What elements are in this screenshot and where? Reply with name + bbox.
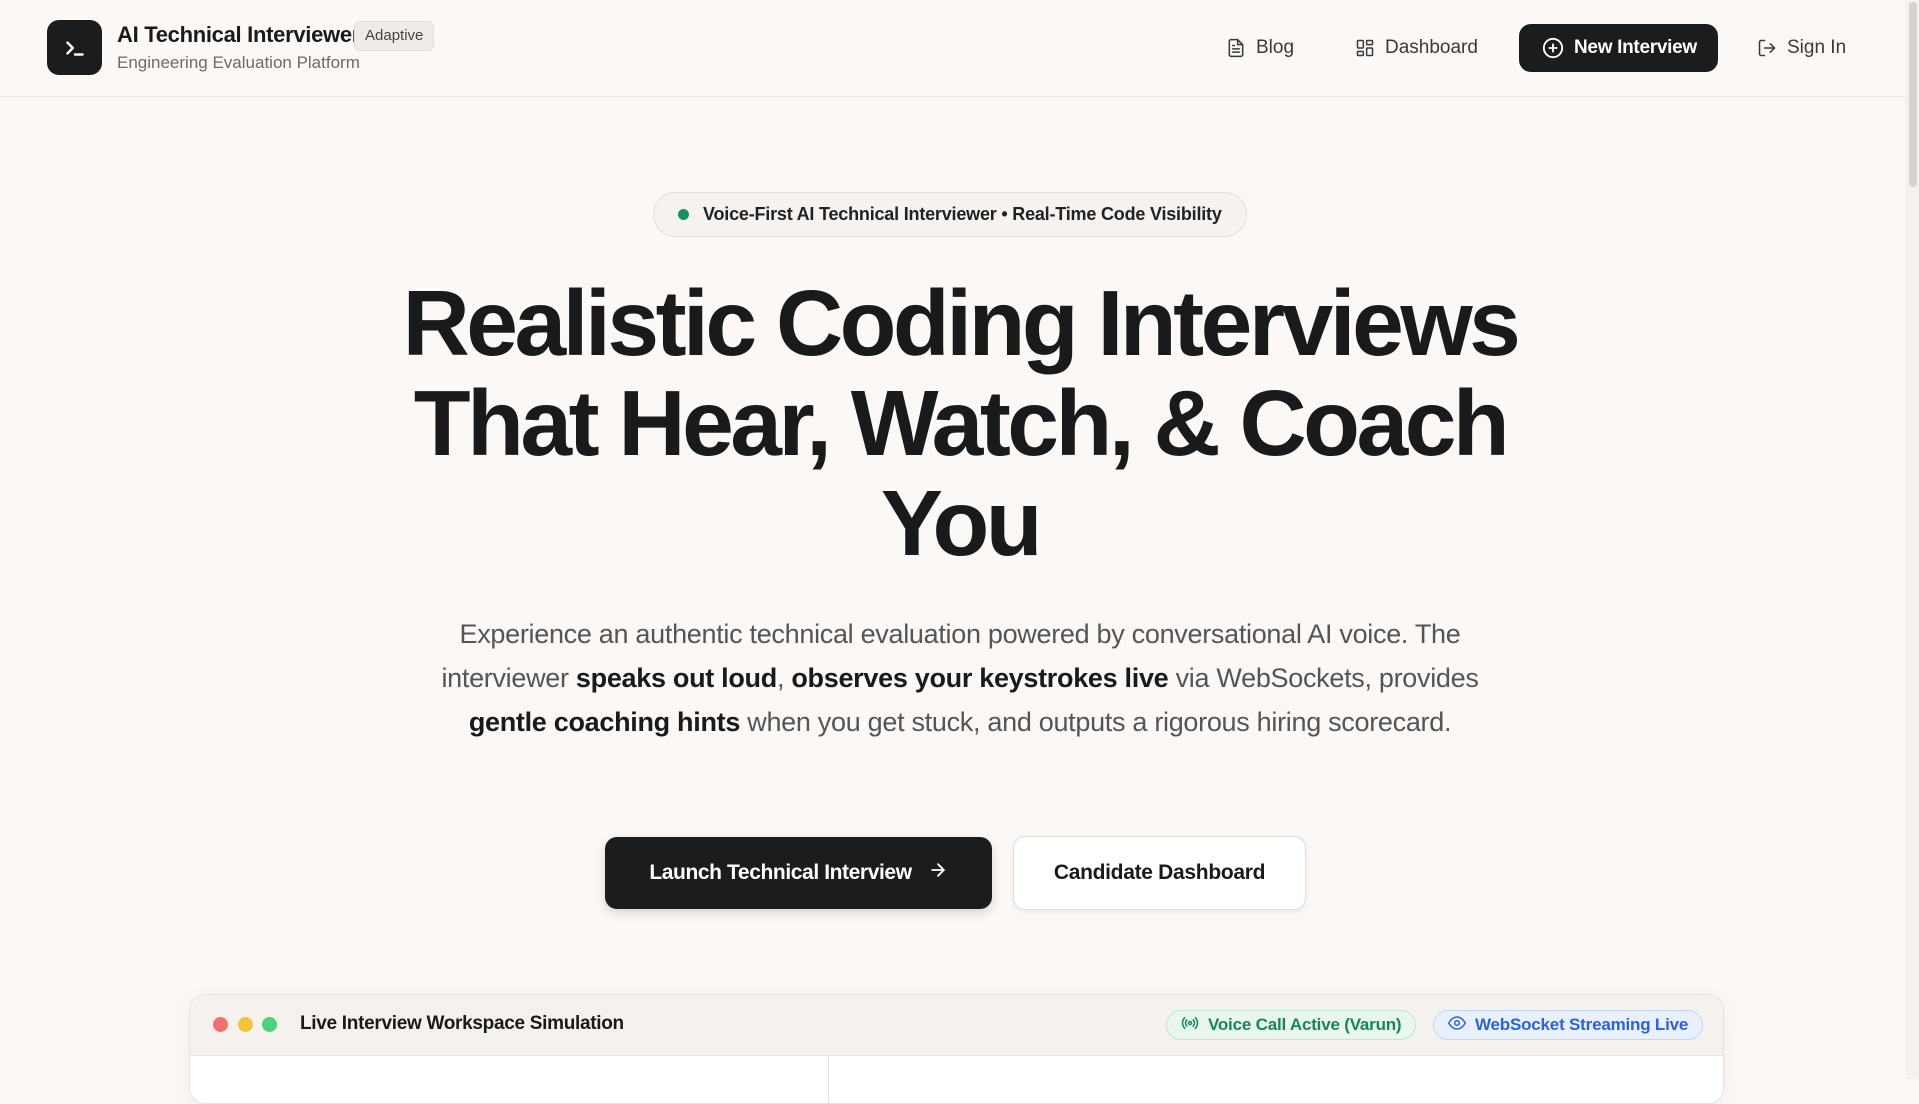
grid-icon: [1355, 38, 1375, 58]
nav-blog-label: Blog: [1256, 37, 1295, 58]
description-highlight: observes your keystrokes live: [791, 663, 1169, 693]
sign-in-link[interactable]: Sign In: [1757, 24, 1846, 72]
workspace-pane-divider: [828, 1056, 829, 1103]
hero-title: Realistic Coding Interviews That Hear, W…: [260, 273, 1660, 573]
description-text: via WebSockets, provides: [1168, 663, 1479, 693]
hero-tagline-pill: Voice-First AI Technical Interviewer • R…: [653, 192, 1247, 237]
brand-subtitle: Engineering Evaluation Platform: [117, 53, 360, 72]
new-interview-button[interactable]: New Interview: [1519, 24, 1718, 72]
workspace-title-bar: Live Interview Workspace Simulation Voic…: [190, 995, 1723, 1056]
terminal-icon[interactable]: [47, 20, 102, 75]
websocket-status-text: WebSocket Streaming Live: [1475, 1015, 1689, 1034]
arrow-right-icon: [928, 860, 948, 886]
log-out-icon: [1757, 38, 1777, 58]
eye-icon: [1448, 1014, 1466, 1037]
candidate-dashboard-button[interactable]: Candidate Dashboard: [1013, 836, 1306, 910]
voice-call-status-text: Voice Call Active (Varun): [1208, 1015, 1402, 1034]
launch-interview-label: Launch Technical Interview: [649, 861, 912, 884]
window-close-dot-icon: [213, 1017, 228, 1032]
description-highlight: gentle coaching hints: [468, 707, 741, 737]
brand-title[interactable]: AI Technical Interviewer: [117, 22, 360, 48]
adaptive-badge: Adaptive: [354, 21, 435, 51]
sign-in-label: Sign In: [1787, 37, 1847, 58]
nav-dashboard-label: Dashboard: [1385, 37, 1478, 58]
nav-blog-link[interactable]: Blog: [1226, 24, 1294, 72]
workspace-title: Live Interview Workspace Simulation: [300, 1013, 624, 1034]
plus-circle-icon: [1542, 37, 1564, 59]
hero-title-line: Realistic Coding Interviews: [402, 271, 1521, 375]
websocket-status-badge: WebSocket Streaming Live: [1433, 1010, 1704, 1040]
window-minimize-dot-icon: [238, 1017, 253, 1032]
workspace-preview-window: Live Interview Workspace Simulation Voic…: [189, 994, 1724, 1104]
top-navigation-bar: AI Technical Interviewer Adaptive Engine…: [0, 0, 1919, 97]
status-dot-icon: [678, 209, 689, 220]
hero-title-line: That Hear, Watch, & Coach: [413, 371, 1510, 475]
description-text: when you get stuck, and outputs a rigoro…: [740, 707, 1452, 737]
radio-signal-icon: [1181, 1014, 1199, 1037]
document-icon: [1226, 38, 1246, 58]
hero-title-line: You: [880, 471, 1043, 575]
hero-tagline-text: Voice-First AI Technical Interviewer • R…: [703, 204, 1222, 224]
page-scrollbar[interactable]: [1905, 0, 1919, 1079]
voice-call-status-badge: Voice Call Active (Varun): [1166, 1010, 1417, 1040]
new-interview-label: New Interview: [1574, 37, 1697, 58]
hero-description: Experience an authentic technical evalua…: [430, 612, 1490, 744]
candidate-dashboard-label: Candidate Dashboard: [1053, 861, 1266, 884]
launch-interview-button[interactable]: Launch Technical Interview: [605, 837, 992, 909]
nav-dashboard-link[interactable]: Dashboard: [1355, 24, 1478, 72]
description-highlight: speaks out loud: [575, 663, 777, 693]
description-text: ,: [776, 663, 792, 693]
scrollbar-thumb[interactable]: [1909, 2, 1917, 187]
window-maximize-dot-icon: [262, 1017, 277, 1032]
